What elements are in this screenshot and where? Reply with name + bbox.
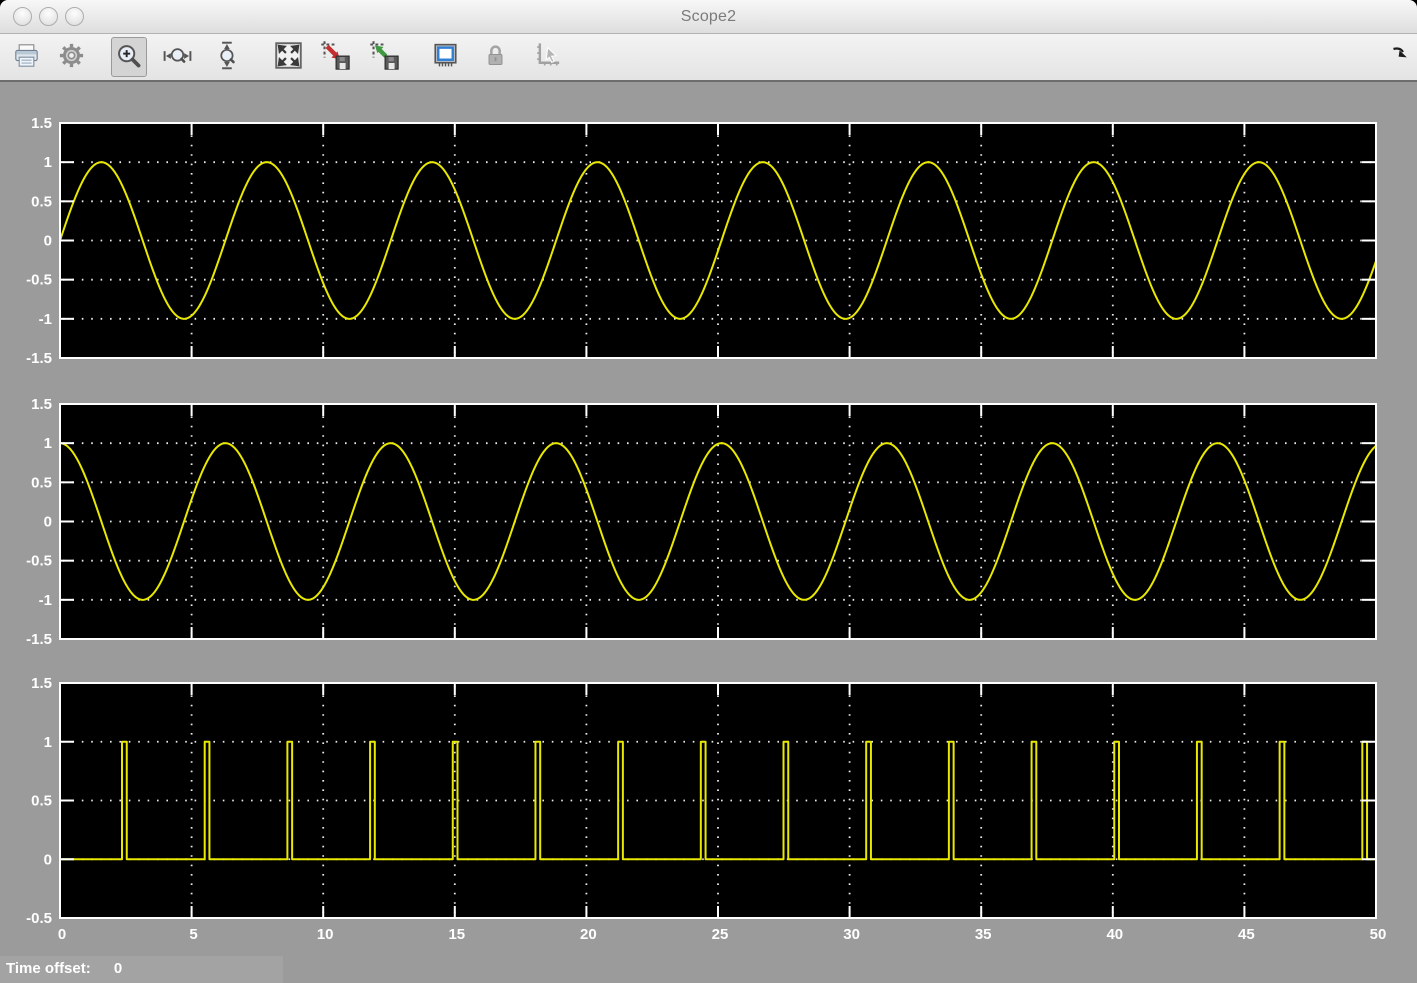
x-tick-label: 25: [712, 926, 729, 943]
autoscale-button[interactable]: [270, 37, 307, 77]
dock-button[interactable]: [1391, 44, 1410, 64]
zoom-window-button[interactable]: [65, 7, 84, 26]
restore-axes-button[interactable]: [366, 37, 403, 77]
scope-plot-1: -1.5 -1 -0.5 0 0.5 1 1.5: [26, 115, 1377, 367]
y-tick-label: -0.5: [26, 910, 52, 927]
y-tick-label: 0.5: [31, 474, 52, 491]
x-tick-label: 30: [843, 926, 860, 943]
x-tick-label: 50: [1370, 926, 1387, 943]
time-offset-value: 0: [113, 960, 123, 977]
y-tick-label: -0.5: [26, 553, 52, 570]
x-tick-label: 15: [448, 926, 465, 943]
lock-icon: [483, 42, 508, 72]
y-tick-label: 1.5: [31, 396, 52, 413]
y-tick-label: 0.5: [31, 793, 52, 810]
close-button[interactable]: [13, 7, 32, 26]
x-tick-label: 35: [975, 926, 992, 943]
y-tick-label: -0.5: [26, 272, 52, 289]
floating-scope-icon: [431, 41, 460, 73]
toolbar: [0, 34, 1417, 82]
y-tick-label: -1.5: [26, 350, 52, 367]
y-tick-label: -1: [39, 592, 52, 609]
dock-arrow-icon: [1391, 47, 1410, 64]
zoom-icon: [115, 42, 143, 73]
scope-plots: -1.5-1-0.500.511.5-1.5-1-0.500.511.5-0.5…: [26, 115, 1386, 943]
y-tick-label: 0: [44, 233, 52, 250]
y-tick-label: 0: [44, 514, 52, 531]
zoom-x-icon: [162, 43, 193, 72]
y-tick-label: 1: [44, 435, 52, 452]
save-axes-button[interactable]: [317, 37, 354, 77]
x-tick-label: 0: [58, 926, 66, 943]
floating-scope-button[interactable]: [427, 37, 463, 77]
y-tick-label: 1: [44, 734, 52, 751]
scope-content: -1.5 -1 -0.5 0 0.5 1 1.5 -1.5 -1 -0.5 0 0.5 1 1.5 -0.5…: [0, 82, 1417, 983]
titlebar: Scope2: [0, 0, 1417, 34]
y-tick-label: 0.5: [31, 193, 52, 210]
time-offset-bar: Time offset: 0: [0, 956, 283, 983]
time-offset-label: Time offset:: [6, 960, 91, 977]
plot-2-area[interactable]: [60, 404, 1376, 639]
print-button[interactable]: [8, 37, 44, 77]
zoom-button[interactable]: [111, 37, 147, 77]
x-tick-label: 5: [189, 926, 197, 943]
y-tick-label: 1: [44, 154, 52, 171]
scope-plot-3: -0.5 0 0.5 1 1.5 0 5 10 15 20 25 30 35 40 45 50: [26, 675, 1386, 943]
scope-plot-2: -1.5 -1 -0.5 0 0.5 1 1.5: [26, 396, 1377, 648]
gear-icon: [58, 42, 85, 72]
signal-selection-icon: [535, 41, 564, 73]
y-tick-label: -1: [39, 311, 52, 328]
zoom-x-button[interactable]: [159, 37, 196, 77]
x-tick-label: 45: [1238, 926, 1255, 943]
x-tick-label: 40: [1106, 926, 1123, 943]
autoscale-icon: [273, 40, 304, 74]
printer-icon: [12, 42, 41, 72]
y-tick-label: 0: [44, 851, 52, 868]
plot-1-area[interactable]: [60, 123, 1376, 358]
plot-3-area[interactable]: [60, 683, 1376, 918]
y-tick-label: 1.5: [31, 115, 52, 132]
y-tick-label: 1.5: [31, 675, 52, 692]
window-title: Scope2: [680, 8, 737, 25]
signal-selection-button: [531, 37, 567, 77]
minimize-button[interactable]: [39, 7, 58, 26]
scope-window: Scope2 -1.5 -1 -0.5 0 0.5 1 1.5 -1.5 -1 -0.5 0 0.5 1…: [0, 0, 1417, 983]
zoom-y-icon: [215, 41, 241, 73]
parameters-button[interactable]: [53, 37, 89, 77]
lock-axes-button: [477, 37, 513, 77]
restore-axes-icon: [369, 40, 400, 74]
x-tick-label: 10: [317, 926, 334, 943]
traffic-lights: [13, 7, 84, 26]
save-axes-icon: [320, 40, 351, 74]
zoom-y-button[interactable]: [210, 37, 246, 77]
x-tick-label: 20: [580, 926, 597, 943]
y-tick-label: -1.5: [26, 631, 52, 648]
